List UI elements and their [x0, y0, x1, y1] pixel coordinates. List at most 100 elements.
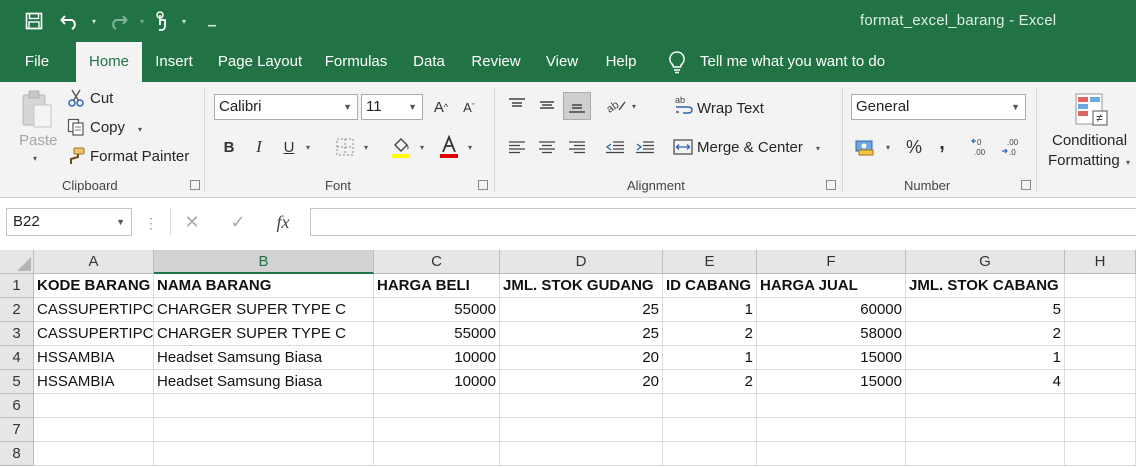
- font-color-icon[interactable]: [438, 134, 460, 160]
- column-header-f[interactable]: F: [757, 250, 906, 274]
- orientation-dropdown-icon[interactable]: ▾: [632, 102, 636, 111]
- customize-qat-icon[interactable]: ▁: [200, 9, 224, 33]
- data-cell[interactable]: 2: [663, 370, 757, 394]
- column-header-h[interactable]: H: [1065, 250, 1136, 274]
- data-cell[interactable]: [154, 394, 374, 418]
- tab-home[interactable]: Home: [76, 42, 142, 82]
- data-cell[interactable]: [34, 394, 154, 418]
- row-header-3[interactable]: 3: [0, 322, 34, 346]
- number-launcher-icon[interactable]: [1021, 180, 1031, 190]
- tab-page-layout[interactable]: Page Layout: [212, 42, 308, 82]
- data-cell[interactable]: [154, 418, 374, 442]
- enter-icon[interactable]: ✓: [228, 212, 248, 232]
- format-painter-button[interactable]: Format Painter: [90, 148, 189, 165]
- conditional-formatting-button-line2[interactable]: Formatting: [1048, 152, 1120, 169]
- data-cell[interactable]: 2: [906, 322, 1065, 346]
- data-cell[interactable]: [906, 442, 1065, 466]
- column-header-g[interactable]: G: [906, 250, 1065, 274]
- data-cell[interactable]: 20: [500, 370, 663, 394]
- tell-me-search[interactable]: Tell me what you want to do: [700, 42, 900, 82]
- align-right-icon[interactable]: [566, 136, 588, 158]
- data-cell[interactable]: CASSUPERTIPC: [34, 298, 154, 322]
- increase-indent-icon[interactable]: [634, 136, 656, 158]
- tab-file[interactable]: File: [12, 42, 62, 82]
- fill-color-icon[interactable]: [390, 134, 412, 160]
- data-cell[interactable]: 1: [663, 298, 757, 322]
- data-cell[interactable]: CASSUPERTIPC: [34, 322, 154, 346]
- align-left-icon[interactable]: [506, 136, 528, 158]
- header-cell[interactable]: HARGA BELI: [374, 274, 500, 298]
- data-cell[interactable]: [757, 442, 906, 466]
- save-icon[interactable]: [22, 9, 46, 33]
- percent-style-button[interactable]: %: [902, 136, 926, 158]
- data-cell[interactable]: [154, 442, 374, 466]
- header-cell[interactable]: NAMA BARANG: [154, 274, 374, 298]
- formula-input[interactable]: [310, 208, 1136, 236]
- data-cell[interactable]: [1065, 442, 1136, 466]
- header-cell[interactable]: [1065, 274, 1136, 298]
- clipboard-launcher-icon[interactable]: [190, 180, 200, 190]
- data-cell[interactable]: [757, 418, 906, 442]
- tab-help[interactable]: Help: [598, 42, 644, 82]
- name-box[interactable]: B22 ▼: [6, 208, 132, 236]
- data-cell[interactable]: 60000: [757, 298, 906, 322]
- insert-function-button[interactable]: fx: [272, 211, 294, 233]
- data-cell[interactable]: [663, 394, 757, 418]
- data-cell[interactable]: 10000: [374, 370, 500, 394]
- drag-handle-icon[interactable]: ⋮: [144, 214, 158, 232]
- paste-dropdown-icon[interactable]: ▾: [33, 154, 37, 163]
- copy-dropdown-icon[interactable]: ▾: [138, 125, 142, 134]
- row-header-8[interactable]: 8: [0, 442, 34, 466]
- data-cell[interactable]: Headset Samsung Biasa: [154, 370, 374, 394]
- borders-dropdown-icon[interactable]: ▾: [364, 143, 368, 152]
- data-cell[interactable]: HSSAMBIA: [34, 346, 154, 370]
- data-cell[interactable]: Headset Samsung Biasa: [154, 346, 374, 370]
- tab-data[interactable]: Data: [406, 42, 452, 82]
- row-header-7[interactable]: 7: [0, 418, 34, 442]
- row-header-2[interactable]: 2: [0, 298, 34, 322]
- data-cell[interactable]: [906, 394, 1065, 418]
- font-launcher-icon[interactable]: [478, 180, 488, 190]
- data-cell[interactable]: HSSAMBIA: [34, 370, 154, 394]
- redo-icon[interactable]: [106, 9, 130, 33]
- undo-icon[interactable]: [58, 9, 82, 33]
- data-cell[interactable]: 10000: [374, 346, 500, 370]
- header-cell[interactable]: JML. STOK GUDANG: [500, 274, 663, 298]
- tab-view[interactable]: View: [538, 42, 586, 82]
- data-cell[interactable]: 1: [663, 346, 757, 370]
- data-cell[interactable]: 58000: [757, 322, 906, 346]
- data-cell[interactable]: [906, 418, 1065, 442]
- middle-align-icon[interactable]: [536, 94, 558, 116]
- cancel-icon[interactable]: ✕: [182, 212, 202, 232]
- data-cell[interactable]: 15000: [757, 370, 906, 394]
- data-cell[interactable]: [34, 418, 154, 442]
- font-name-select[interactable]: Calibri ▼: [214, 94, 358, 120]
- header-cell[interactable]: HARGA JUAL: [757, 274, 906, 298]
- data-cell[interactable]: [1065, 346, 1136, 370]
- font-size-select[interactable]: 11 ▼: [361, 94, 423, 120]
- copy-button[interactable]: Copy: [90, 119, 125, 136]
- underline-dropdown-icon[interactable]: ▾: [306, 143, 310, 152]
- data-cell[interactable]: [500, 418, 663, 442]
- data-cell[interactable]: CHARGER SUPER TYPE C: [154, 322, 374, 346]
- undo-dropdown-icon[interactable]: ▾: [82, 9, 106, 33]
- data-cell[interactable]: [374, 394, 500, 418]
- data-cell[interactable]: [663, 442, 757, 466]
- tab-formulas[interactable]: Formulas: [320, 42, 392, 82]
- tab-review[interactable]: Review: [466, 42, 526, 82]
- increase-decimal-icon[interactable]: 0.00: [970, 136, 994, 158]
- accounting-format-icon[interactable]: [854, 136, 878, 158]
- decrease-decimal-icon[interactable]: .00.0: [1000, 136, 1024, 158]
- data-cell[interactable]: 55000: [374, 322, 500, 346]
- row-header-1[interactable]: 1: [0, 274, 34, 298]
- number-format-select[interactable]: General ▼: [851, 94, 1026, 120]
- column-header-c[interactable]: C: [374, 250, 500, 274]
- data-cell[interactable]: 20: [500, 346, 663, 370]
- header-cell[interactable]: ID CABANG: [663, 274, 757, 298]
- data-cell[interactable]: [1065, 418, 1136, 442]
- data-cell[interactable]: [1065, 370, 1136, 394]
- data-cell[interactable]: 25: [500, 298, 663, 322]
- data-cell[interactable]: [663, 418, 757, 442]
- orientation-icon[interactable]: ab: [604, 94, 628, 116]
- paste-button[interactable]: Paste: [19, 132, 57, 149]
